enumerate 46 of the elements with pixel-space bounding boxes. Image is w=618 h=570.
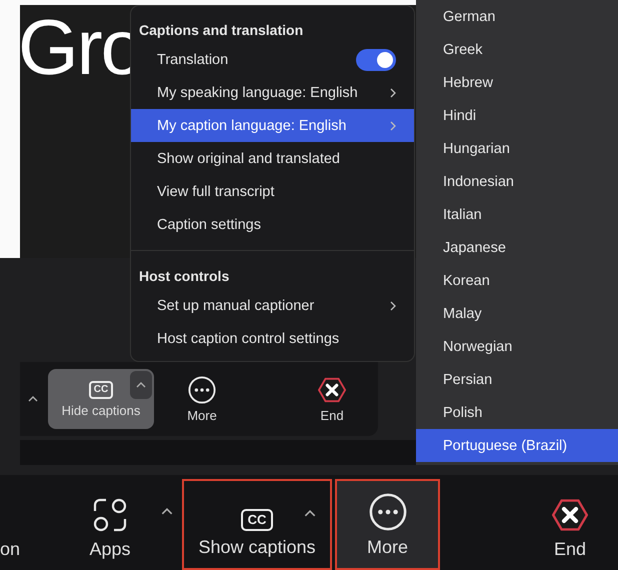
- language-item[interactable]: Japanese: [416, 231, 618, 264]
- more-button[interactable]: More: [335, 479, 440, 570]
- captions-button[interactable]: CC Hide captions: [48, 369, 154, 429]
- end-icon: [318, 376, 346, 404]
- apps-button[interactable]: Apps: [75, 479, 145, 570]
- language-item[interactable]: German: [416, 0, 618, 33]
- language-item[interactable]: Korean: [416, 264, 618, 297]
- language-item[interactable]: Norwegian: [416, 330, 618, 363]
- chevron-icon: [390, 300, 396, 310]
- menu-item[interactable]: Translation: [131, 43, 414, 76]
- menu-heading: Host controls: [138, 267, 230, 286]
- language-item[interactable]: Indonesian: [416, 165, 618, 198]
- chevron-icon: [390, 120, 396, 130]
- menu-item[interactable]: My caption language: English: [131, 109, 414, 142]
- language-item[interactable]: Hungarian: [416, 132, 618, 165]
- end-button[interactable]: End: [292, 369, 372, 429]
- apps-icon: [92, 497, 128, 533]
- caret-icon[interactable]: [304, 510, 316, 517]
- menu-item[interactable]: View full transcript: [131, 175, 414, 208]
- language-item[interactable]: Hebrew: [416, 66, 618, 99]
- menu-item[interactable]: Host caption control settings: [131, 322, 414, 355]
- language-item[interactable]: Portuguese (Brazil): [416, 429, 618, 462]
- caret-icon[interactable]: [136, 382, 146, 388]
- language-item[interactable]: Italian: [416, 198, 618, 231]
- language-item[interactable]: Malay: [416, 297, 618, 330]
- menu-item[interactable]: Show original and translated: [131, 142, 414, 175]
- menu-item[interactable]: Caption settings: [131, 208, 414, 241]
- toggle-switch[interactable]: [356, 48, 396, 70]
- end-button[interactable]: End: [530, 479, 610, 570]
- toolbar-label: on: [0, 538, 22, 561]
- more-icon: [368, 493, 406, 531]
- language-item[interactable]: Greek: [416, 33, 618, 66]
- more-button[interactable]: More: [162, 369, 242, 429]
- caret-icon[interactable]: [161, 508, 173, 515]
- caret-icon[interactable]: [28, 396, 38, 402]
- language-item[interactable]: Persian: [416, 363, 618, 396]
- language-item[interactable]: Polish: [416, 396, 618, 429]
- more-icon: [188, 376, 216, 404]
- end-icon: [552, 497, 588, 533]
- captions-icon: CC: [240, 509, 274, 531]
- language-item[interactable]: Hindi: [416, 99, 618, 132]
- chevron-icon: [390, 88, 396, 98]
- captions-icon: CC: [88, 380, 114, 398]
- captions-button[interactable]: CC Show captions: [182, 479, 332, 570]
- menu-item[interactable]: My speaking language: English: [131, 76, 414, 109]
- menu-item[interactable]: Set up manual captioner: [131, 289, 414, 322]
